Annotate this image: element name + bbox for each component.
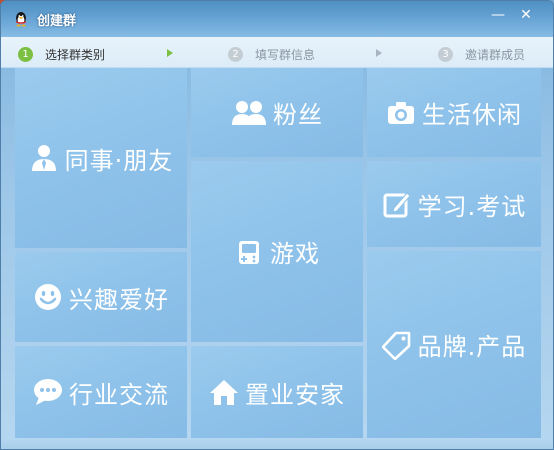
step-progress-bar: 1 选择群类别 2 填写群信息 3 邀请群成员	[1, 37, 553, 68]
step-invite-members: 3 邀请群成员	[438, 44, 525, 62]
edit-icon	[383, 192, 411, 218]
category-tile-interest[interactable]: 兴趣爱好	[15, 252, 187, 342]
title-bar[interactable]: 创建群 — ✕	[1, 1, 553, 37]
category-grid: 同事·朋友 粉丝 生活休闲 游戏 学习.考试 兴趣爱好 品牌.产品 行业交流 置…	[15, 68, 541, 438]
camera-icon	[388, 101, 414, 124]
category-label: 同事·朋友	[64, 146, 174, 175]
category-label: 兴趣爱好	[69, 285, 169, 314]
step-fill-info: 2 填写群信息	[228, 44, 315, 62]
step-label: 填写群信息	[255, 48, 316, 62]
minimize-button[interactable]: —	[485, 5, 511, 25]
create-group-window: 创建群 — ✕ 1 选择群类别 2 填写群信息 3 邀请群成员 同事·朋友 粉丝…	[0, 0, 554, 450]
window-footer	[1, 438, 553, 449]
qq-penguin-icon	[16, 12, 26, 27]
category-label: 游戏	[270, 240, 320, 268]
house-icon	[210, 380, 238, 405]
window-title: 创建群	[37, 14, 77, 29]
arrow-right-icon	[167, 49, 173, 57]
step-number-badge: 3	[438, 47, 453, 62]
category-tile-colleague[interactable]: 同事·朋友	[15, 68, 187, 248]
category-tile-brand[interactable]: 品牌.产品	[367, 251, 541, 438]
step-label: 邀请群成员	[465, 48, 526, 62]
step-number-badge: 2	[228, 47, 243, 62]
people-icon	[232, 100, 266, 125]
step-number-badge: 1	[18, 47, 33, 62]
category-label: 行业交流	[69, 380, 169, 409]
category-tile-industry[interactable]: 行业交流	[15, 346, 187, 438]
step-label: 选择群类别	[45, 48, 106, 62]
tag-icon	[381, 331, 410, 360]
arrow-right-icon	[376, 49, 382, 57]
step-select-category: 1 选择群类别	[18, 44, 105, 62]
category-label: 生活休闲	[422, 101, 522, 129]
category-label: 置业安家	[245, 380, 345, 409]
person-icon	[31, 145, 56, 171]
category-tile-realestate[interactable]: 置业安家	[191, 346, 363, 438]
category-label: 品牌.产品	[417, 333, 527, 361]
close-button[interactable]: ✕	[513, 5, 539, 25]
category-tile-life[interactable]: 生活休闲	[367, 68, 541, 157]
smiley-icon	[35, 284, 61, 310]
chat-bubble-icon	[34, 379, 62, 405]
category-label: 粉丝	[273, 101, 323, 129]
category-tile-fans[interactable]: 粉丝	[191, 68, 363, 157]
gamepad-icon	[239, 240, 259, 264]
category-tile-game[interactable]: 游戏	[191, 161, 363, 342]
category-tile-study[interactable]: 学习.考试	[367, 161, 541, 247]
category-label: 学习.考试	[417, 192, 527, 221]
